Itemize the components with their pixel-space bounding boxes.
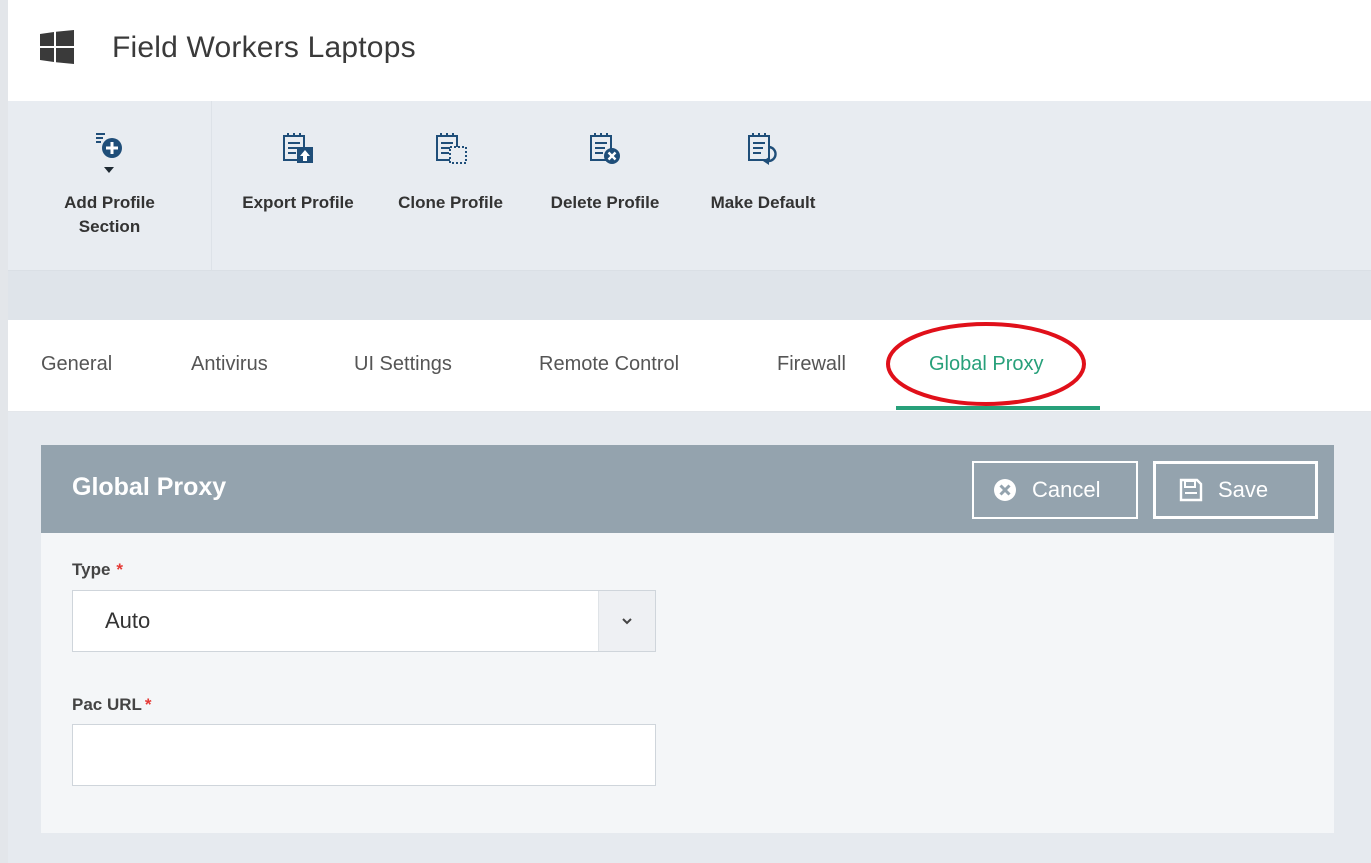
save-icon bbox=[1179, 478, 1203, 502]
type-field-label: Type * bbox=[72, 560, 123, 580]
panel-title: Global Proxy bbox=[72, 473, 227, 501]
add-profile-section-label-2: Section bbox=[78, 217, 141, 236]
pac-url-field-label: Pac URL * bbox=[72, 695, 152, 715]
tab-global-proxy[interactable]: Global Proxy bbox=[929, 353, 1044, 376]
tab-general[interactable]: General bbox=[41, 353, 112, 376]
cancel-icon bbox=[994, 479, 1016, 501]
toolbar-divider bbox=[211, 101, 212, 270]
type-select-toggle[interactable] bbox=[598, 591, 655, 651]
type-select[interactable]: Auto bbox=[72, 590, 656, 652]
content-area: Global Proxy Cancel Save Type * Auto Pac… bbox=[8, 412, 1371, 863]
clone-profile-label: Clone Profile bbox=[398, 193, 503, 212]
tab-remote-control[interactable]: Remote Control bbox=[539, 353, 679, 376]
global-proxy-panel: Global Proxy Cancel Save Type * Auto Pac… bbox=[41, 445, 1334, 833]
tab-antivirus[interactable]: Antivirus bbox=[191, 353, 268, 376]
pac-url-required-marker: * bbox=[144, 695, 152, 714]
cancel-button[interactable]: Cancel bbox=[972, 461, 1138, 519]
tab-ui-settings[interactable]: UI Settings bbox=[354, 353, 452, 376]
add-profile-section-label-1: Add Profile bbox=[64, 193, 155, 212]
type-required-marker: * bbox=[116, 560, 124, 579]
title-bar: Field Workers Laptops bbox=[8, 0, 1371, 101]
pac-url-input[interactable] bbox=[72, 724, 656, 786]
tab-firewall[interactable]: Firewall bbox=[777, 353, 846, 376]
active-tab-indicator bbox=[896, 406, 1100, 410]
clone-icon bbox=[435, 133, 467, 164]
export-icon bbox=[283, 133, 313, 163]
clone-profile-button[interactable]: Clone Profile bbox=[388, 131, 513, 215]
type-select-value: Auto bbox=[105, 608, 151, 633]
panel-header: Global Proxy Cancel Save bbox=[41, 445, 1334, 533]
toolbar-band bbox=[8, 271, 1371, 320]
type-label-text: Type bbox=[72, 560, 111, 579]
add-profile-section-button[interactable]: Add Profile Section bbox=[52, 131, 167, 239]
cancel-label: Cancel bbox=[1032, 477, 1101, 502]
windows-logo-icon bbox=[40, 30, 74, 64]
add-section-icon bbox=[95, 133, 122, 173]
export-profile-label: Export Profile bbox=[242, 193, 354, 212]
make-default-icon bbox=[748, 133, 777, 165]
pac-url-label-text: Pac URL bbox=[72, 695, 142, 714]
delete-profile-button[interactable]: Delete Profile bbox=[540, 131, 670, 215]
chevron-down-icon bbox=[622, 618, 632, 625]
delete-profile-label: Delete Profile bbox=[550, 193, 660, 212]
toolbar: Add Profile Section Export Profile Clone… bbox=[8, 101, 1371, 271]
delete-icon bbox=[590, 133, 620, 164]
export-profile-button[interactable]: Export Profile bbox=[228, 131, 368, 215]
tab-bar: General Antivirus UI Settings Remote Con… bbox=[8, 320, 1371, 412]
make-default-label: Make Default bbox=[710, 193, 816, 212]
page-title: Field Workers Laptops bbox=[112, 31, 416, 64]
save-label: Save bbox=[1218, 477, 1269, 502]
save-button[interactable]: Save bbox=[1153, 461, 1318, 519]
make-default-button[interactable]: Make Default bbox=[698, 131, 828, 215]
